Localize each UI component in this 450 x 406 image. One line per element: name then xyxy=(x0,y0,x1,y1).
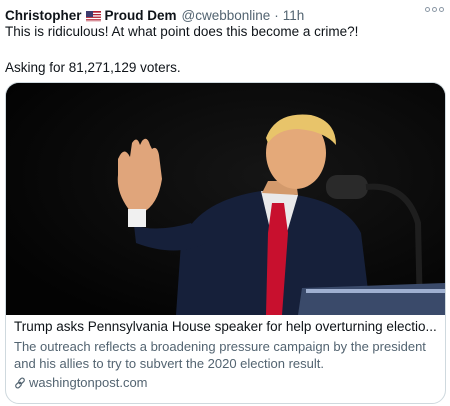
tweet[interactable]: Christopher Proud Dem @cwebbonline · 11h… xyxy=(0,0,450,406)
card-domain-row[interactable]: washingtonpost.com xyxy=(14,374,437,391)
card-domain: washingtonpost.com xyxy=(29,375,148,390)
author-name[interactable]: Christopher xyxy=(5,8,82,23)
us-flag-icon xyxy=(85,10,101,22)
card-description: The outreach reflects a broadening press… xyxy=(14,339,426,371)
author-handle[interactable]: @cwebbonline xyxy=(182,8,271,23)
tweet-text-line-2: Asking for 81,271,129 voters. xyxy=(5,60,181,75)
tweet-text-line-1: This is ridiculous! At what point does t… xyxy=(5,24,359,39)
link-preview-card[interactable]: Trump asks Pennsylvania House speaker fo… xyxy=(5,82,446,404)
tweet-timestamp[interactable]: 11h xyxy=(283,8,305,23)
card-title[interactable]: Trump asks Pennsylvania House speaker fo… xyxy=(14,318,437,337)
tweet-header: Christopher Proud Dem @cwebbonline · 11h xyxy=(5,6,442,24)
more-options-icon[interactable] xyxy=(425,7,444,12)
card-text: Trump asks Pennsylvania House speaker fo… xyxy=(14,318,437,391)
author-name-suffix[interactable]: Proud Dem xyxy=(105,8,177,23)
link-icon xyxy=(15,377,25,388)
article-photo[interactable] xyxy=(6,83,445,316)
meta-separator: · xyxy=(274,7,279,23)
